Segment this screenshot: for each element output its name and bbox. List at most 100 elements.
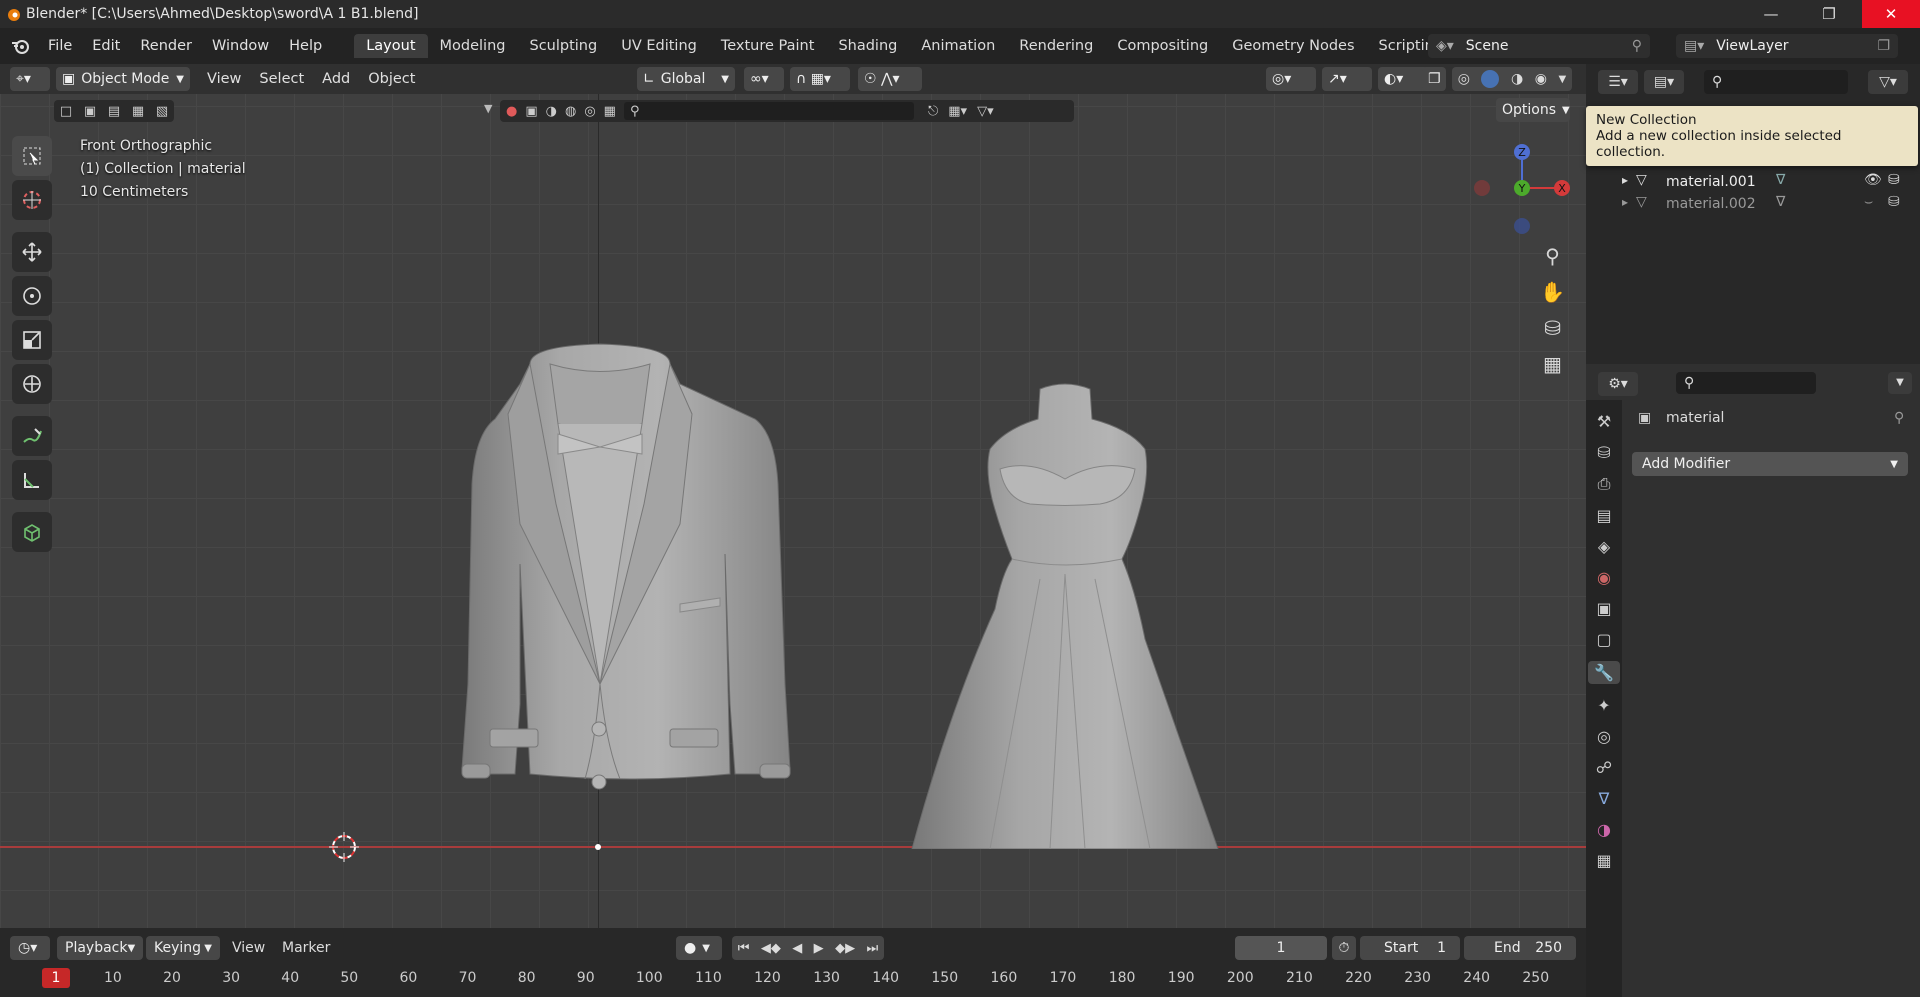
rotate-tool-icon[interactable]	[12, 276, 52, 316]
navigation-gizmo[interactable]: Z X Y	[1470, 134, 1580, 244]
modifier-tab-icon[interactable]: 🔧	[1588, 661, 1620, 684]
suit-model[interactable]	[380, 324, 820, 854]
camera-view-icon[interactable]: ⛁	[1544, 316, 1561, 340]
select-new-icon[interactable]: □	[60, 104, 72, 119]
overlays-icon[interactable]: ◐▾	[1378, 67, 1428, 91]
outliner-item-name[interactable]: material.002	[1666, 196, 1756, 212]
menu-window[interactable]: Window	[202, 38, 279, 54]
menu-edit[interactable]: Edit	[82, 38, 130, 54]
outliner-editor-icon[interactable]: ☰▾	[1598, 70, 1638, 94]
pin-icon[interactable]: ⚲	[1632, 38, 1642, 54]
chevron-down-icon[interactable]: ▼	[1888, 372, 1912, 394]
tab-compositing[interactable]: Compositing	[1105, 34, 1220, 58]
options-button[interactable]: Options ▼	[1496, 98, 1570, 122]
object-filter-icon[interactable]: ▣	[525, 104, 537, 119]
expand-arrow-icon[interactable]: ▸	[1622, 195, 1628, 209]
close-button[interactable]: ✕	[1862, 0, 1920, 28]
tab-sculpting[interactable]: Sculpting	[517, 34, 609, 58]
menu-select[interactable]: Select	[250, 71, 313, 87]
chevron-down-icon[interactable]: ▼	[484, 102, 492, 115]
transform-tool-icon[interactable]	[12, 364, 52, 404]
hidden-eye-icon[interactable]: ⌣	[1864, 194, 1873, 210]
scale-tool-icon[interactable]	[12, 320, 52, 360]
gizmo-icon[interactable]: ↗▾	[1322, 67, 1372, 91]
collection-tab-icon[interactable]: ▣	[1596, 599, 1611, 618]
current-frame-field[interactable]: 1	[1235, 936, 1327, 960]
mode-selector[interactable]: ▣ Object Mode ▼	[56, 67, 190, 91]
visibility-eye-icon[interactable]: 👁	[1864, 172, 1882, 188]
outliner-row[interactable]: ▸ ▽ material.001 ∇ 👁 ⛁	[1586, 172, 1920, 194]
render-camera-icon[interactable]: ⛁	[1888, 194, 1900, 210]
playhead-frame[interactable]: 1	[42, 968, 70, 988]
tab-rendering[interactable]: Rendering	[1007, 34, 1105, 58]
render-camera-icon[interactable]: ⛁	[1888, 172, 1900, 188]
proportional-edit-icon[interactable]: ☉ ⋀▾	[858, 67, 922, 91]
select-box-tool-icon[interactable]	[12, 136, 52, 176]
view-layer-tab-icon[interactable]: ▤	[1596, 506, 1611, 525]
cursor-tool-icon[interactable]	[12, 180, 52, 220]
data-tab-icon[interactable]: ∇	[1599, 789, 1610, 808]
properties-search-input[interactable]: ⚲	[1676, 372, 1816, 394]
material-shading-icon[interactable]: ◑	[1511, 71, 1523, 87]
select-extend-icon[interactable]: ▣	[84, 104, 96, 119]
prev-keyframe-icon[interactable]: ◀◆	[761, 941, 781, 956]
pivot-point-icon[interactable]: ∞▾	[744, 67, 784, 91]
display-mode-icon[interactable]: ▤▾	[1644, 70, 1684, 94]
gizmo-neg-z-icon[interactable]	[1514, 218, 1530, 234]
zoom-icon[interactable]: ⚲	[1545, 244, 1560, 268]
viewport-search-input[interactable]: ⚲	[623, 102, 914, 120]
tab-modeling[interactable]: Modeling	[428, 34, 518, 58]
world-tab-icon[interactable]: ◉	[1597, 568, 1611, 587]
menu-render[interactable]: Render	[130, 38, 202, 54]
select-subtract-icon[interactable]: ▤	[108, 104, 120, 119]
rendered-shading-icon[interactable]: ◉	[1535, 71, 1547, 87]
play-reverse-icon[interactable]: ◀	[792, 941, 802, 956]
render-tab-icon[interactable]: ⛁	[1597, 443, 1610, 462]
measure-tool-icon[interactable]	[12, 460, 52, 500]
solid-shading-icon[interactable]	[1481, 70, 1500, 88]
constraints-tab-icon[interactable]: ☍	[1596, 758, 1612, 777]
jump-end-icon[interactable]: ⏭	[867, 941, 879, 956]
scene-selector[interactable]: ◈▾ Scene ⚲	[1428, 34, 1650, 58]
mesh-data-icon[interactable]: ∇	[1776, 172, 1785, 188]
blender-menu-icon[interactable]	[10, 37, 32, 55]
timeline-menu-view[interactable]: View	[232, 940, 265, 956]
add-cube-tool-icon[interactable]	[12, 512, 52, 552]
editor-type-icon[interactable]: ⌖▾	[10, 67, 50, 91]
tab-texture-paint[interactable]: Texture Paint	[709, 34, 827, 58]
shading-options-icon[interactable]: ▼	[1558, 74, 1566, 85]
timeline-menu-marker[interactable]: Marker	[282, 940, 330, 956]
jump-start-icon[interactable]: ⏮	[738, 941, 750, 956]
menu-object[interactable]: Object	[359, 71, 424, 87]
outliner-item-name[interactable]: material.001	[1666, 174, 1756, 190]
tab-animation[interactable]: Animation	[909, 34, 1007, 58]
filter-icon[interactable]: ▽▾	[977, 104, 994, 119]
properties-editor-icon[interactable]: ⚙▾	[1598, 372, 1638, 396]
play-icon[interactable]: ▶	[814, 941, 824, 956]
color-icon[interactable]: ●	[506, 104, 517, 119]
stopwatch-icon[interactable]: ⏱	[1332, 936, 1356, 960]
maximize-button[interactable]: ❐	[1800, 0, 1858, 28]
tab-uv-editing[interactable]: UV Editing	[609, 34, 709, 58]
3d-viewport[interactable]: □ ▣ ▤ ▦ ▧ ▼ ● ▣ ◑ ◍ ◎ ▦ ⚲ ⎋ ▦▾ ▽▾ Option…	[0, 94, 1586, 928]
end-frame-field[interactable]: End 250	[1464, 936, 1576, 960]
keying-menu[interactable]: Keying ▼	[146, 936, 220, 960]
menu-help[interactable]: Help	[279, 38, 332, 54]
mesh-data-icon[interactable]: ∇	[1776, 194, 1785, 210]
material-tab-icon[interactable]: ◑	[1597, 820, 1611, 839]
scene-tab-icon[interactable]: ◈	[1598, 537, 1610, 556]
playback-menu[interactable]: Playback ▼	[57, 936, 143, 960]
output-tab-icon[interactable]: ⎙	[1598, 474, 1611, 494]
tab-shading[interactable]: Shading	[826, 34, 909, 58]
physics-tab-icon[interactable]: ◎	[1597, 727, 1611, 746]
particles-tab-icon[interactable]: ✦	[1597, 696, 1610, 715]
material-filter-icon[interactable]: ◑	[546, 104, 557, 119]
xray-icon[interactable]: ❐	[1422, 67, 1446, 91]
object-tab-icon[interactable]: ▢	[1596, 630, 1611, 649]
texture-filter-icon[interactable]: ◍	[565, 104, 576, 119]
view-layer-selector[interactable]: ▤▾ ViewLayer ❐	[1676, 34, 1898, 58]
tab-layout[interactable]: Layout	[354, 34, 428, 58]
move-tool-icon[interactable]	[12, 232, 52, 272]
add-modifier-dropdown[interactable]: Add Modifier ▼	[1632, 452, 1908, 476]
perspective-grid-icon[interactable]: ▦	[1543, 352, 1562, 376]
